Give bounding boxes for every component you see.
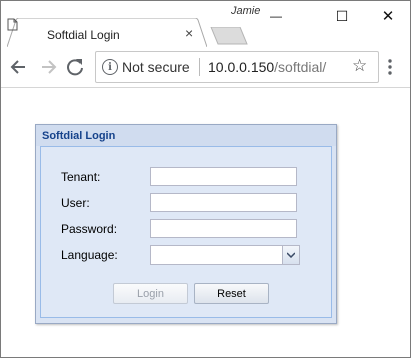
user-input[interactable] — [150, 193, 297, 212]
language-dropdown-trigger[interactable] — [282, 246, 299, 264]
star-icon[interactable]: ☆ — [352, 56, 367, 76]
maximize-icon: ☐ — [335, 7, 349, 24]
url-path: /softdial/ — [274, 59, 327, 75]
tenant-label: Tenant: — [61, 170, 101, 184]
dialog-header: Softdial Login — [36, 125, 336, 146]
new-tab-button[interactable] — [210, 27, 248, 45]
login-button-label: Login — [137, 287, 164, 300]
minimize-button[interactable]: — — [256, 5, 296, 27]
tab-strip: Jamie — ☐ ✕ Softdial Login × — [1, 1, 410, 48]
password-input[interactable] — [150, 219, 297, 238]
tab-title: Softdial Login — [47, 28, 120, 42]
url-host: 10.0.0.150 — [208, 59, 275, 75]
close-icon: ✕ — [381, 8, 395, 25]
url-divider — [199, 58, 200, 76]
info-icon[interactable]: i — [102, 59, 118, 75]
back-arrow-icon[interactable] — [9, 57, 29, 77]
dialog-title: Softdial Login — [42, 130, 116, 142]
password-label: Password: — [61, 222, 118, 236]
language-label: Language: — [61, 248, 118, 262]
toolbar: i Not secure 10.0.0.150/softdial/ ☆ — [1, 47, 410, 88]
reset-button[interactable]: Reset — [194, 283, 269, 304]
reset-button-label: Reset — [217, 287, 246, 300]
forward-arrow-icon[interactable] — [38, 57, 58, 77]
language-select[interactable] — [150, 245, 300, 265]
browser-window: Jamie — ☐ ✕ Softdial Login × i Not secur… — [0, 0, 411, 358]
reload-icon[interactable] — [65, 57, 85, 77]
security-label[interactable]: Not secure — [122, 59, 190, 75]
page-icon — [7, 18, 18, 31]
address-bar[interactable]: i Not secure 10.0.0.150/softdial/ ☆ — [95, 51, 379, 83]
tenant-input[interactable] — [150, 167, 297, 186]
minimize-icon: — — [270, 9, 282, 23]
chevron-down-icon — [287, 252, 295, 258]
tab-close-icon[interactable]: × — [185, 25, 193, 41]
url-text[interactable]: 10.0.0.150/softdial/ — [208, 59, 326, 75]
login-form: Tenant: User: Password: Language: Login … — [40, 146, 332, 318]
user-label: User: — [61, 196, 90, 210]
menu-icon[interactable] — [387, 58, 393, 76]
close-window-button[interactable]: ✕ — [368, 5, 408, 27]
tab-softdial-login[interactable]: Softdial Login × — [7, 18, 207, 48]
login-button[interactable]: Login — [113, 283, 188, 304]
login-dialog: Softdial Login Tenant: User: Password: L… — [35, 124, 337, 324]
maximize-button[interactable]: ☐ — [322, 5, 362, 27]
